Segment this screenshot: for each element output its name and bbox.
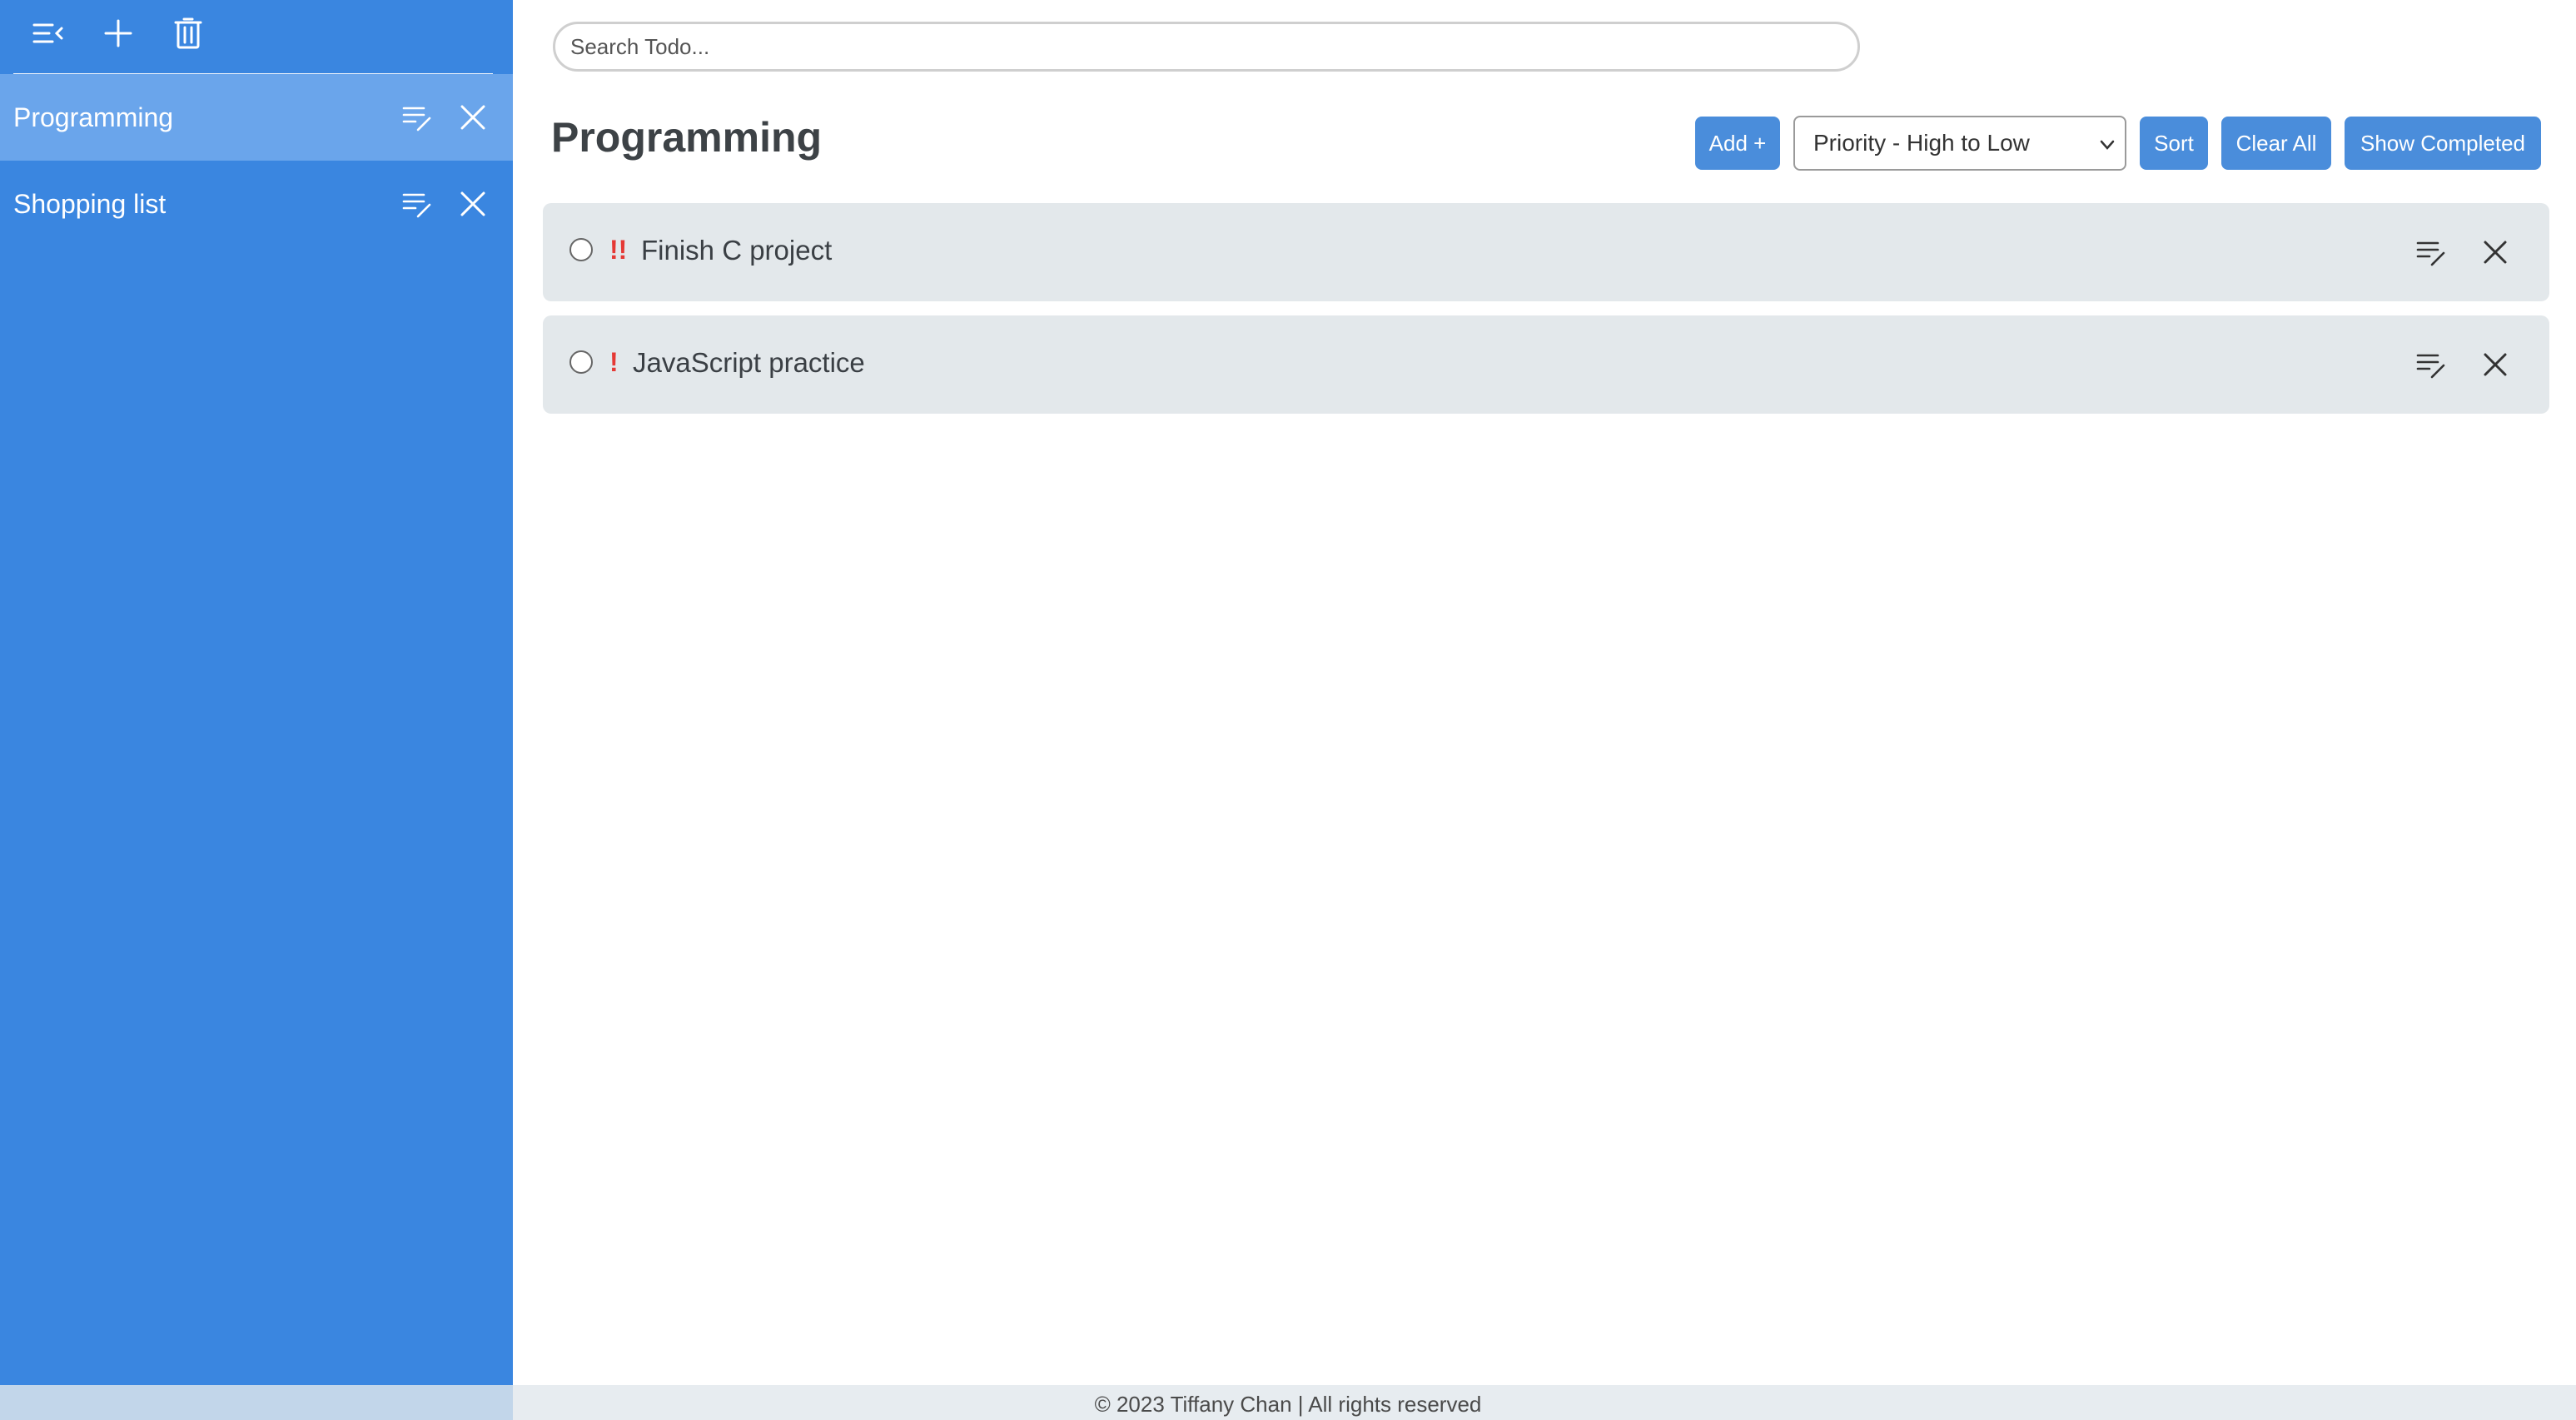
edit-list-icon[interactable] bbox=[396, 183, 438, 225]
search-input[interactable] bbox=[553, 22, 1860, 72]
edit-todo-icon[interactable] bbox=[2410, 231, 2452, 273]
plus-icon[interactable] bbox=[95, 12, 142, 55]
priority-indicator: ! bbox=[609, 347, 619, 377]
chevron-down-icon bbox=[2100, 140, 2115, 150]
sort-select[interactable]: Priority - High to Low bbox=[1793, 116, 2126, 171]
sort-button[interactable]: Sort bbox=[2140, 117, 2208, 170]
footer: © 2023 Tiffany Chan | All rights reserve… bbox=[0, 1385, 2576, 1420]
collapse-menu-icon[interactable] bbox=[25, 12, 72, 55]
delete-todo-icon[interactable] bbox=[2474, 231, 2516, 273]
priority-indicator: !! bbox=[609, 235, 628, 265]
todo-item: !! Finish C project bbox=[543, 203, 2549, 301]
edit-todo-icon[interactable] bbox=[2410, 344, 2452, 385]
show-completed-button[interactable]: Show Completed bbox=[2345, 117, 2541, 170]
page-title: Programming bbox=[551, 114, 823, 161]
todo-text: JavaScript practice bbox=[633, 347, 865, 378]
todo-checkbox[interactable] bbox=[569, 238, 593, 261]
edit-list-icon[interactable] bbox=[396, 97, 438, 138]
sidebar-item-shopping-list[interactable]: Shopping list bbox=[0, 161, 513, 247]
todo-text: Finish C project bbox=[641, 235, 833, 266]
todo-item: ! JavaScript practice bbox=[543, 315, 2549, 414]
sidebar-item-programming[interactable]: Programming bbox=[0, 74, 513, 161]
sidebar-toolbar bbox=[13, 0, 493, 77]
sidebar: Programming Shopping list bbox=[0, 0, 513, 1385]
delete-todo-icon[interactable] bbox=[2474, 344, 2516, 385]
sidebar-item-label: Shopping list bbox=[13, 188, 167, 219]
footer-text: © 2023 Tiffany Chan | All rights reserve… bbox=[1094, 1392, 1482, 1417]
sidebar-item-label: Programming bbox=[13, 102, 174, 132]
sort-select-value: Priority - High to Low bbox=[1813, 130, 2030, 156]
close-icon[interactable] bbox=[452, 183, 494, 225]
trash-icon[interactable] bbox=[165, 12, 211, 55]
todo-checkbox[interactable] bbox=[569, 350, 593, 374]
add-todo-button[interactable]: Add + bbox=[1695, 117, 1780, 170]
close-icon[interactable] bbox=[452, 97, 494, 138]
clear-all-button[interactable]: Clear All bbox=[2221, 117, 2331, 170]
